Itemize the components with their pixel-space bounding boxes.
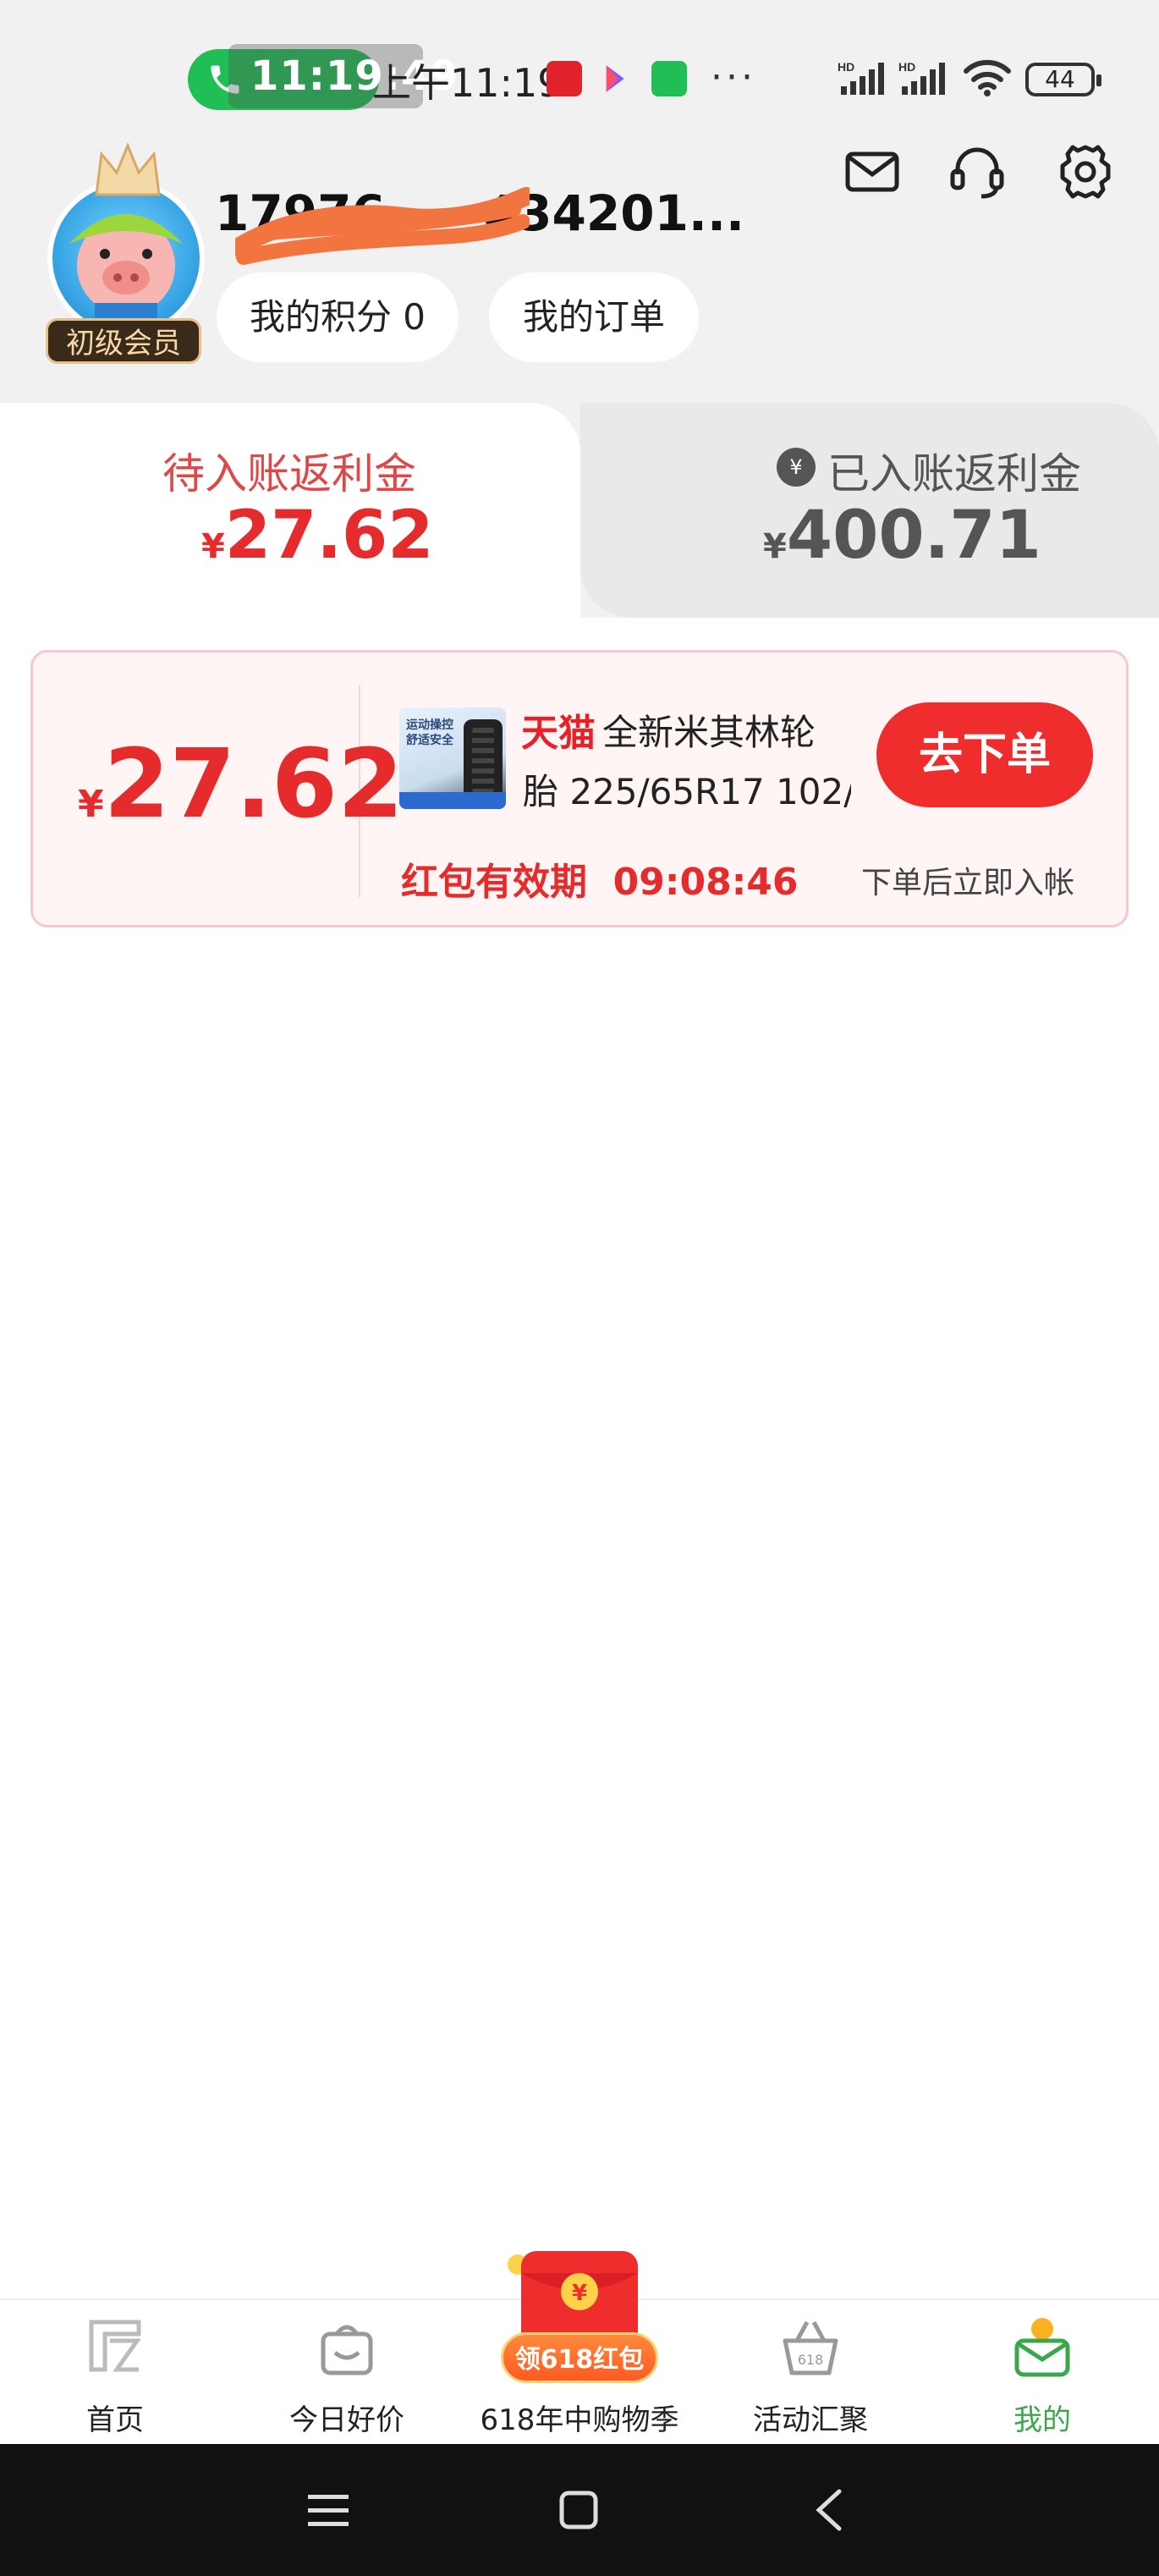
my-page: 11:19:49 上午11:19 ··· HD HD 44 初级会员 17976… xyxy=(0,0,1159,2576)
product-title-line2[interactable]: 胎 225/65R17 102/1 xyxy=(523,763,851,815)
svg-text:618: 618 xyxy=(798,2352,824,2368)
currency-symbol: ¥ xyxy=(763,527,787,566)
credited-rebate-amount: ¥400.71 xyxy=(763,498,1041,574)
expiry-countdown: 09:08:46 xyxy=(612,861,799,904)
product-title-line1[interactable]: 全新米其林轮 xyxy=(602,704,816,756)
nav-label: 我的 xyxy=(1013,2403,1071,2437)
credited-rebate-title: 已入账返利金 xyxy=(827,449,1081,498)
currency-symbol: ¥ xyxy=(201,527,225,566)
redaction-scribble xyxy=(235,187,530,265)
red-packet-expiry: 红包有效期 09:08:46 xyxy=(401,851,799,905)
home-fan-icon xyxy=(89,2320,141,2372)
pending-rebate-title: 待入账返利金 xyxy=(162,449,416,498)
hd-signal-2-icon: HD xyxy=(898,60,945,95)
svg-text:¥: ¥ xyxy=(789,455,802,479)
play-store-icon xyxy=(606,65,624,92)
status-clock: 上午11:19 xyxy=(372,60,563,106)
nav-item-mine[interactable]: 我的 xyxy=(949,2315,1135,2437)
profile-icon xyxy=(1014,2318,1070,2377)
svg-text:HD: HD xyxy=(838,60,854,74)
pig-mascot-icon xyxy=(69,214,183,332)
expiry-label: 红包有效期 xyxy=(401,861,587,904)
battery-indicator: 44 xyxy=(1025,63,1101,96)
nav-item-home[interactable]: 首页 xyxy=(22,2315,208,2437)
more-notifications-icon: ··· xyxy=(711,56,756,99)
nav-label: 今日好价 xyxy=(289,2403,404,2437)
daily-deal-bag-icon xyxy=(321,2325,373,2375)
thumbnail-caption: 运动操控 舒适安全 xyxy=(406,718,453,747)
amount-value: 400.71 xyxy=(786,498,1041,574)
tire-image xyxy=(464,719,503,801)
crown-icon xyxy=(95,142,161,196)
settings-icon[interactable] xyxy=(1056,142,1115,201)
phone-app-icon xyxy=(651,61,687,96)
menu-icon[interactable] xyxy=(303,2485,354,2535)
amount-value: 27.62 xyxy=(224,498,434,574)
svg-text:¥: ¥ xyxy=(572,2281,587,2306)
my-orders-button[interactable]: 我的订单 xyxy=(489,272,699,362)
back-icon[interactable] xyxy=(805,2485,856,2535)
hd-signal-1-icon: HD xyxy=(838,60,884,95)
svg-text:HD: HD xyxy=(898,60,915,74)
taobao-app-icon xyxy=(547,61,582,96)
wifi-icon xyxy=(964,59,1011,96)
nav-item-daily-deals[interactable]: 今日好价 xyxy=(254,2315,440,2437)
home-button-icon[interactable] xyxy=(553,2485,604,2535)
card-rebate-amount: ¥27.62 xyxy=(78,729,404,839)
nav-label: 活动汇聚 xyxy=(753,2403,868,2437)
nav-label: 首页 xyxy=(86,2403,144,2437)
amount-value: 27.62 xyxy=(103,729,404,839)
basket-618-icon: 618 xyxy=(783,2320,838,2375)
member-level-badge: 初级会员 xyxy=(46,318,201,364)
credit-note: 下单后立即入帐 xyxy=(861,866,1075,900)
promo-red-packet-label[interactable]: 领618红包 xyxy=(501,2332,658,2383)
user-avatar-block[interactable]: 初级会员 xyxy=(41,142,210,364)
product-thumbnail[interactable]: 运动操控 舒适安全 xyxy=(399,707,506,809)
place-order-button[interactable]: 去下单 xyxy=(876,702,1093,807)
thumbnail-banner xyxy=(399,792,506,809)
tmall-store-label: 天猫 xyxy=(521,712,596,755)
nav-label-618[interactable]: 618年中购物季 xyxy=(474,2397,685,2438)
mail-icon[interactable] xyxy=(843,142,902,201)
nav-item-activities[interactable]: 618 活动汇聚 xyxy=(717,2315,904,2437)
coin-icon: ¥ xyxy=(777,448,816,487)
avatar xyxy=(47,179,205,337)
my-points-button[interactable]: 我的积分 0 xyxy=(217,272,459,362)
customer-service-icon[interactable] xyxy=(948,142,1007,201)
currency-symbol: ¥ xyxy=(78,783,104,826)
pending-rebate-amount: ¥27.62 xyxy=(201,498,434,574)
